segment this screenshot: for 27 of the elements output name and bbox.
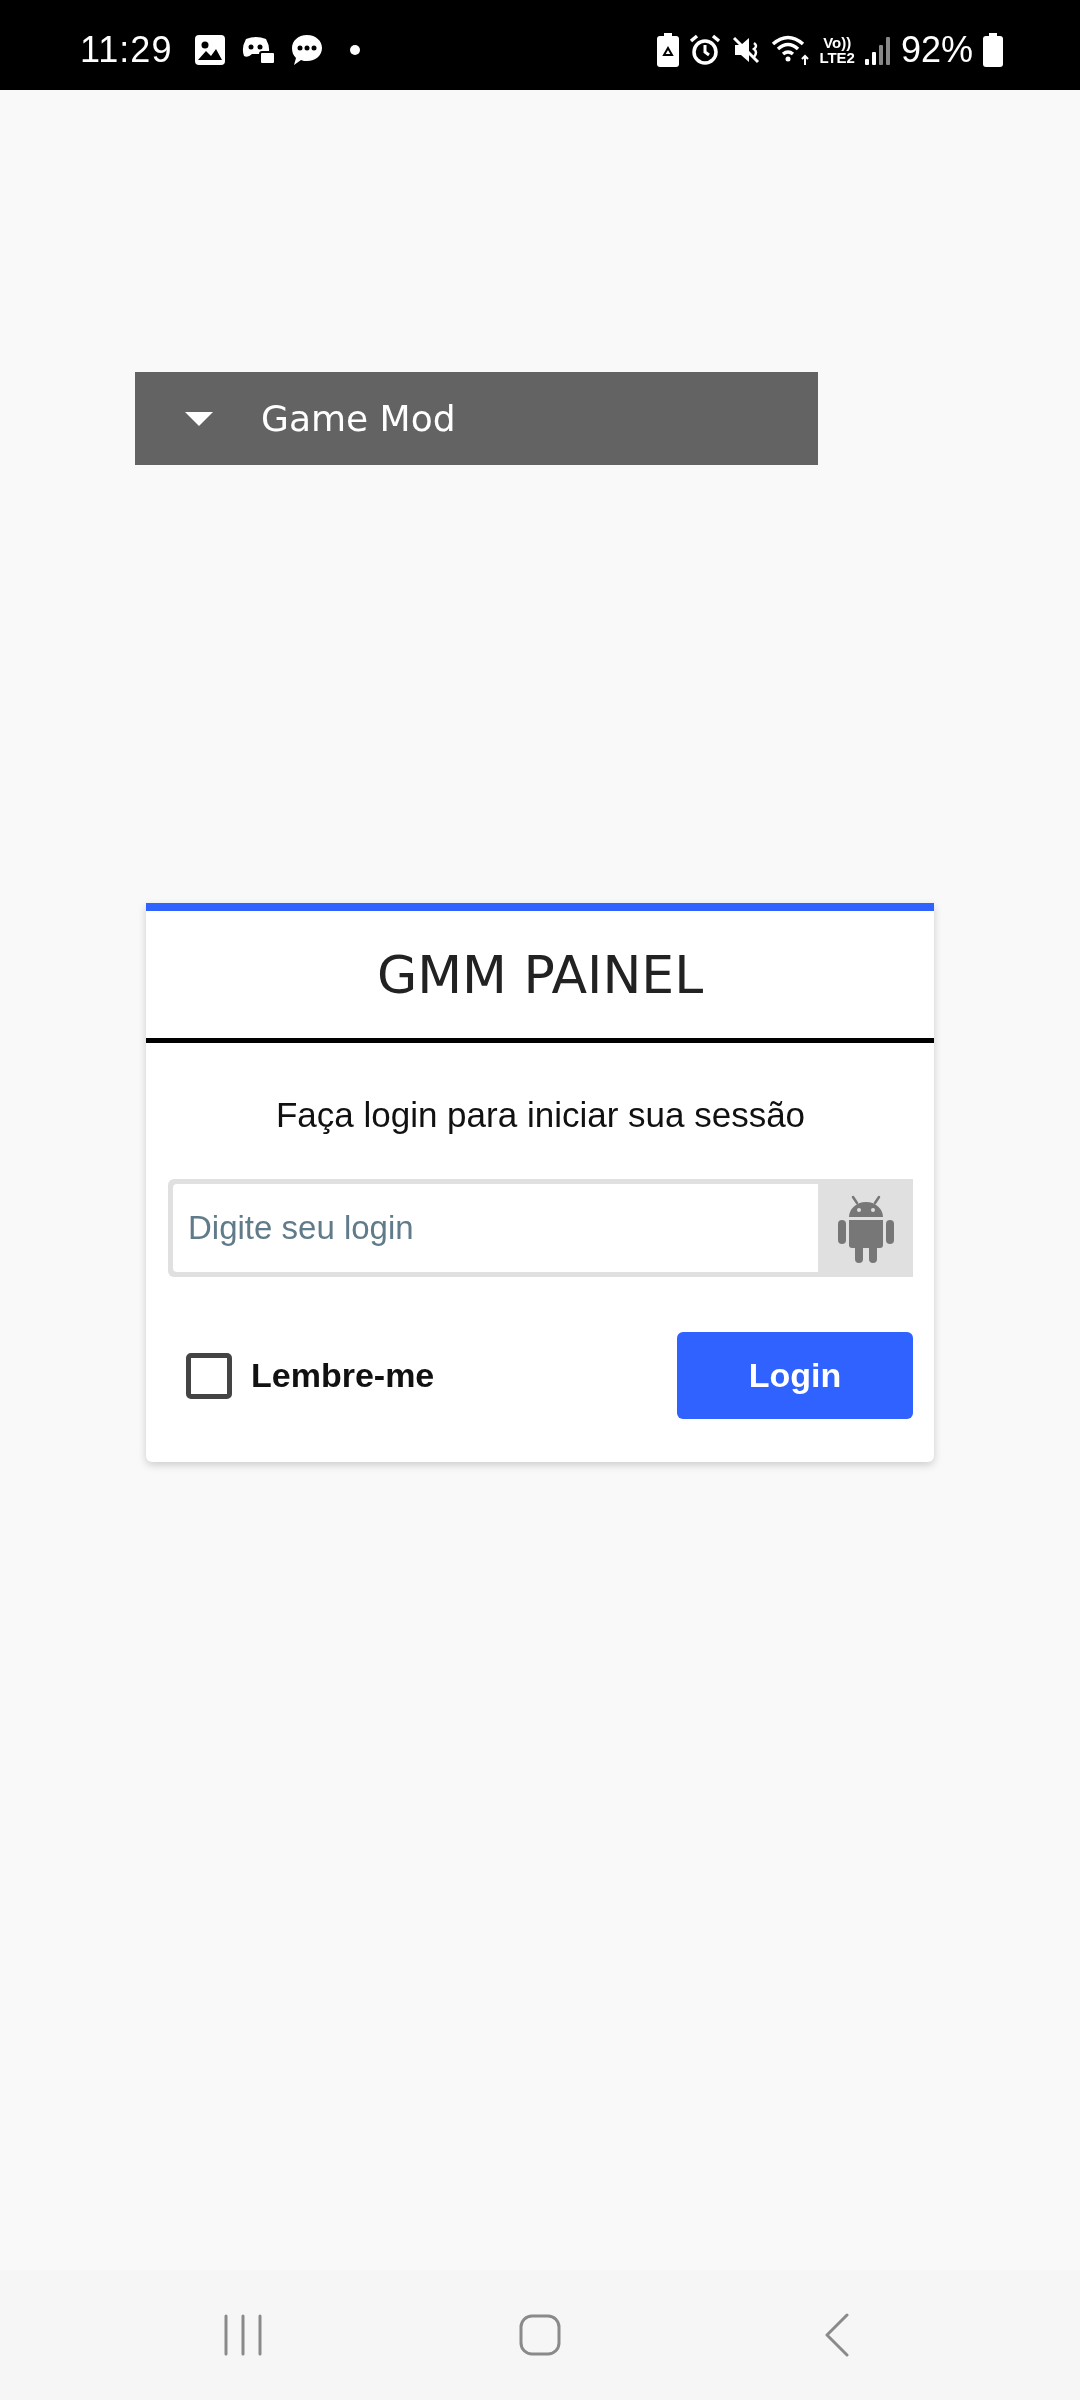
recent-apps-icon[interactable] (223, 2314, 264, 2356)
remember-label: Lembre-me (251, 1356, 435, 1395)
robot-icon (837, 1193, 894, 1263)
network-label: Vo)) (823, 35, 852, 50)
login-subtitle: Faça login para iniciar sua sessão (275, 1095, 806, 1135)
dropdown-bar[interactable]: Game Mod (135, 372, 818, 465)
caret-icon (185, 411, 213, 426)
remember-checkbox[interactable] (186, 1352, 232, 1399)
dropdown-label: Game Mod (261, 398, 456, 439)
dot-icon (350, 45, 361, 55)
chat-bubble-icon (290, 33, 325, 67)
card-title: GMM PAINEL (376, 944, 704, 1005)
back-icon[interactable] (823, 2313, 850, 2357)
home-icon[interactable] (519, 2314, 561, 2356)
login-button[interactable]: Login (677, 1332, 913, 1419)
battery-percent: 92% (900, 29, 973, 71)
clock-time: 11:29 (80, 29, 173, 71)
alarm-icon (689, 34, 722, 66)
battery-icon (983, 33, 1003, 67)
mute-icon (731, 35, 762, 65)
gamepad-icon (240, 34, 277, 66)
signal-icon (864, 35, 891, 65)
wifi-icon (771, 34, 810, 66)
login-input-field[interactable]: Digite seu login (168, 1179, 913, 1277)
battery-saver-icon (657, 33, 680, 67)
network-label: LTE2 (819, 50, 855, 65)
image-icon (194, 34, 227, 66)
